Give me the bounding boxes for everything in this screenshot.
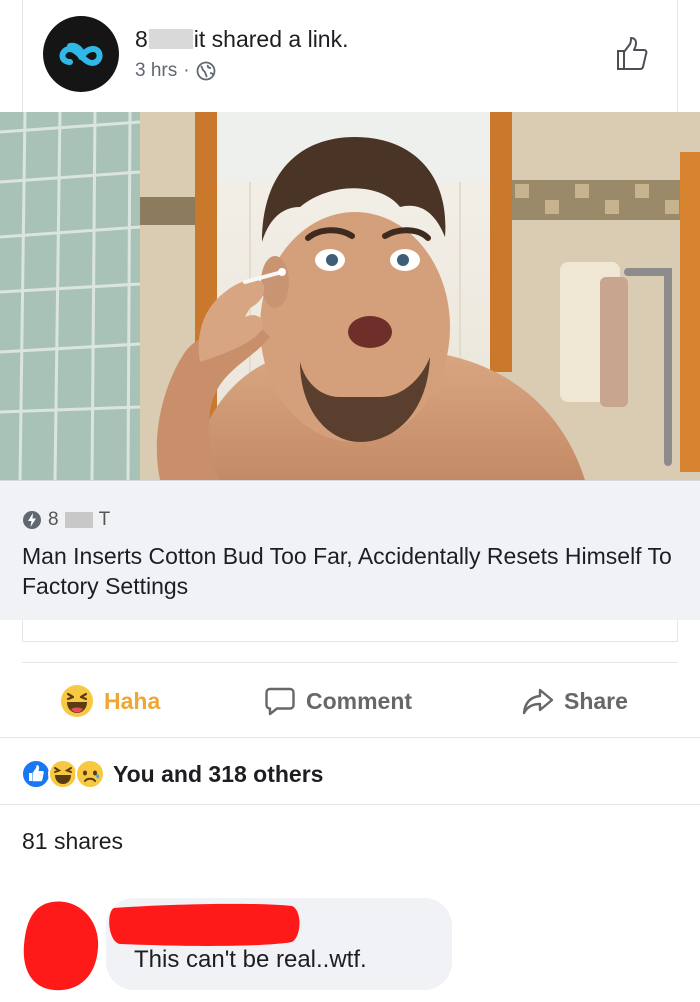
author-name-redaction bbox=[148, 29, 193, 49]
link-caption[interactable]: 8T Man Inserts Cotton Bud Too Far, Accid… bbox=[0, 480, 700, 620]
author-name-start[interactable]: 8 bbox=[135, 26, 148, 52]
commenter-name-redaction bbox=[109, 903, 300, 946]
link-source: 8T bbox=[22, 509, 110, 531]
comment-bubble-icon bbox=[265, 687, 295, 716]
caption-bottom-border bbox=[22, 620, 678, 642]
facebook-post: 8 it shared a link. 3 hrs · 8 T Man Inse… bbox=[0, 0, 700, 1002]
reaction-icons bbox=[20, 758, 105, 790]
divider bbox=[22, 662, 678, 663]
haha-emoji-icon bbox=[61, 685, 93, 717]
author-name-end[interactable]: it bbox=[194, 26, 206, 52]
divider bbox=[0, 804, 700, 805]
shares-count[interactable]: 81 shares bbox=[22, 828, 123, 855]
share-button[interactable]: Share bbox=[522, 682, 628, 720]
link-preview-image[interactable] bbox=[0, 112, 700, 480]
divider bbox=[0, 737, 700, 738]
comment-label: Comment bbox=[306, 687, 413, 714]
source-name-start: 8 bbox=[48, 509, 59, 530]
haha-button[interactable]: Haha bbox=[60, 682, 160, 720]
globe-icon[interactable] bbox=[196, 61, 216, 81]
haha-label: Haha bbox=[104, 687, 161, 714]
source-name-end: T bbox=[98, 509, 111, 530]
thumbs-up-outline-icon[interactable] bbox=[615, 36, 649, 72]
post-action-text: shared a link. bbox=[205, 26, 349, 52]
bolt-icon bbox=[23, 511, 41, 529]
commenter-avatar-redaction bbox=[23, 901, 99, 991]
share-label: Share bbox=[564, 687, 628, 714]
source-name-redaction bbox=[64, 512, 93, 528]
page-avatar[interactable] bbox=[43, 16, 119, 92]
sad-reaction-icon bbox=[75, 759, 105, 789]
comment-button[interactable]: Comment bbox=[264, 682, 412, 720]
brand-logo-icon bbox=[59, 42, 103, 67]
comment-text: This can't be real..wtf. bbox=[134, 946, 367, 973]
meta-separator: · bbox=[183, 60, 190, 81]
link-headline[interactable]: Man Inserts Cotton Bud Too Far, Accident… bbox=[22, 541, 682, 601]
post-meta: 3 hrs · bbox=[135, 60, 216, 82]
post-timestamp[interactable]: 3 hrs bbox=[135, 60, 177, 82]
share-arrow-icon bbox=[522, 688, 554, 715]
post-header: 8 it shared a link. 3 hrs · bbox=[22, 0, 678, 112]
reactions-summary[interactable]: You and 318 others bbox=[20, 758, 323, 790]
reactions-text: You and 318 others bbox=[113, 760, 324, 787]
post-author-line: 8 it shared a link. bbox=[135, 26, 349, 53]
bathroom-photo bbox=[0, 112, 700, 480]
